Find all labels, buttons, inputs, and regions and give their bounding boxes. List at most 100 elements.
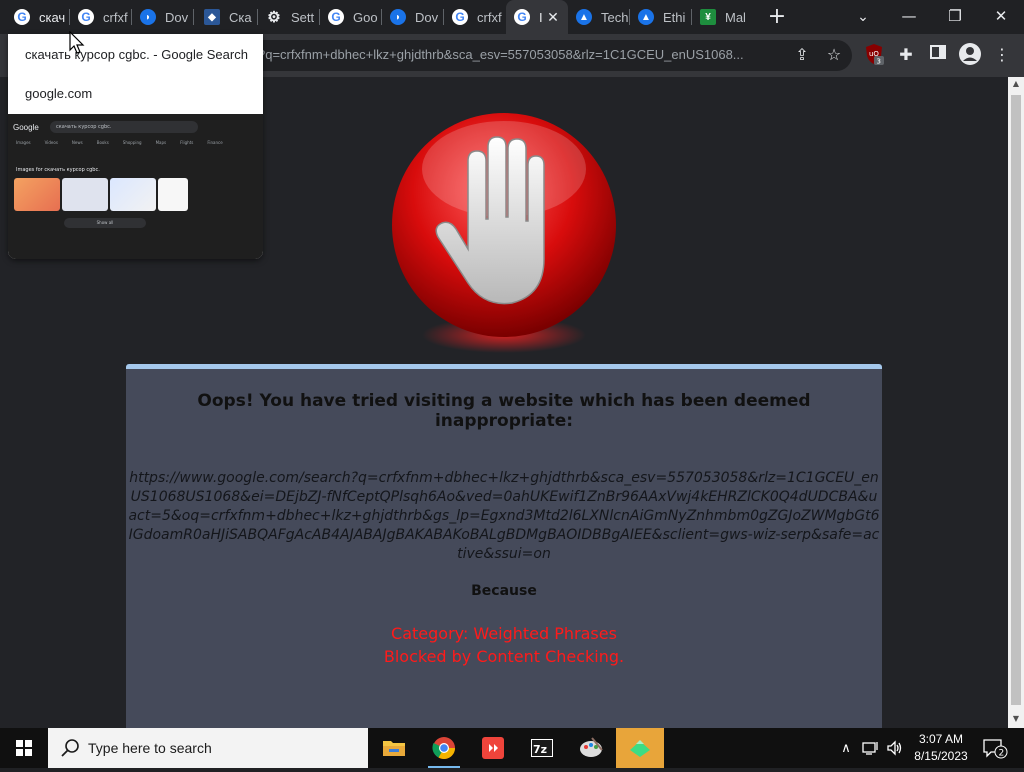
network-icon[interactable]: [860, 728, 882, 768]
block-reason-category: Category: Weighted Phrases: [391, 624, 617, 643]
gear-icon: ⚙: [267, 9, 281, 26]
codepen-icon: ◆: [204, 9, 220, 25]
tab-hover-card: скачать курсор cgbc. - Google Search goo…: [8, 34, 263, 259]
google-icon: G: [452, 9, 468, 25]
malware-site-icon: ¥: [700, 9, 716, 25]
app-icon[interactable]: [616, 728, 664, 768]
windows-taskbar: Type here to search 7z ∧ 3:07 AM 8/15/20…: [0, 728, 1024, 768]
tab-5[interactable]: ⚙ Sett: [258, 0, 320, 34]
block-reason-detail: Blocked by Content Checking.: [383, 647, 625, 666]
tab-7[interactable]: ◗ Dov: [382, 0, 444, 34]
windows-logo-icon: [16, 740, 32, 756]
preview-search-box: скачать курсор cgbc.: [50, 121, 198, 133]
start-button[interactable]: [0, 728, 48, 768]
anydesk-icon[interactable]: [469, 728, 517, 768]
tab-title: скач: [39, 9, 66, 25]
tab-strip: Gскач Gcrfxf ◗ Dov ◆ Ска ⚙ Sett G Goo ◗ Dov G…: [0, 0, 1024, 34]
block-message: Oops! You have tried visiting a website …: [197, 391, 811, 431]
preview-tab: News: [71, 140, 83, 145]
preview-image: [110, 178, 156, 211]
share-icon[interactable]: ⇪: [790, 43, 814, 67]
notification-center-icon[interactable]: 2: [980, 728, 1010, 768]
taskbar-search-box[interactable]: Type here to search: [48, 728, 368, 768]
tab-title: Mal: [725, 9, 746, 25]
7zip-icon[interactable]: 7z: [518, 728, 566, 768]
chrome-icon[interactable]: [420, 728, 468, 768]
scrollbar-thumb[interactable]: [1011, 95, 1021, 705]
preview-image: [62, 178, 108, 211]
volume-icon[interactable]: [884, 728, 906, 768]
paint-icon[interactable]: [567, 728, 615, 768]
tab-12[interactable]: ¥ Mal: [692, 0, 754, 34]
svg-text:7z: 7z: [533, 743, 547, 756]
preview-search-tabs: Images Videos News Books Shopping Maps Flights…: [16, 140, 237, 145]
tab-title: crfxf: [477, 9, 502, 25]
tab-preview-thumbnail: Google скачать курсор cgbc. Images Videos…: [8, 114, 263, 259]
mouse-cursor-icon: [69, 31, 85, 54]
bookmark-star-icon[interactable]: ☆: [822, 43, 846, 67]
download-site-icon: ◗: [390, 9, 406, 25]
clock-time: 3:07 AM: [918, 732, 964, 746]
tab-2[interactable]: Gcrfxf: [70, 0, 132, 34]
tab-1[interactable]: Gскач: [6, 0, 70, 34]
scroll-up-arrow-icon[interactable]: ▲: [1008, 79, 1024, 91]
tab-active[interactable]: GI ✕: [506, 0, 568, 34]
tab-title: crfxf: [103, 9, 128, 25]
close-tab-icon[interactable]: ✕: [544, 8, 562, 26]
google-icon: G: [78, 9, 94, 25]
preview-tab: Images: [16, 140, 31, 145]
menu-kebab-icon[interactable]: ⋮: [990, 43, 1014, 67]
side-panel-icon[interactable]: [926, 43, 950, 67]
google-icon: G: [14, 9, 30, 25]
tab-title: Goo: [353, 9, 378, 25]
tab-title: Sett: [291, 9, 315, 25]
google-icon: G: [514, 9, 530, 25]
preview-logo: Google: [13, 123, 39, 132]
notification-count: 2: [999, 749, 1005, 759]
extension-badge: 3: [877, 58, 881, 66]
tab-10[interactable]: ▲ Tech: [568, 0, 630, 34]
page-scrollbar[interactable]: ▲ ▼: [1008, 77, 1024, 728]
tab-search-chevron-icon[interactable]: ⌄: [853, 5, 873, 29]
ublock-extension-icon[interactable]: uO 3: [862, 43, 886, 67]
close-window-button[interactable]: ✕: [978, 0, 1024, 32]
taskbar-clock[interactable]: 3:07 AM 8/15/2023: [906, 731, 976, 765]
tab-3[interactable]: ◗ Dov: [132, 0, 194, 34]
minimize-button[interactable]: —: [886, 0, 932, 32]
preview-tab: Maps: [155, 140, 167, 145]
triangle-icon: ▲: [638, 9, 654, 25]
tab-4[interactable]: ◆ Ска: [196, 0, 258, 34]
restore-button[interactable]: ❐: [932, 0, 978, 32]
show-hidden-icons-chevron-icon[interactable]: ∧: [836, 728, 856, 768]
tab-title: Ска: [229, 9, 252, 25]
profile-avatar-icon[interactable]: [958, 43, 982, 67]
new-tab-button[interactable]: +: [765, 5, 789, 29]
clock-date: 8/15/2023: [914, 749, 968, 763]
tab-title: Dov: [165, 9, 189, 25]
preview-tab: Shopping: [122, 140, 142, 145]
preview-tab: Flights: [180, 140, 194, 145]
tab-8[interactable]: Gcrfxf: [444, 0, 506, 34]
stop-hand-icon: [380, 99, 628, 359]
tab-title: Ethi: [663, 9, 686, 25]
tab-6[interactable]: G Goo: [320, 0, 382, 34]
tab-title: Dov: [415, 9, 439, 25]
hover-card-title: скачать курсор cgbc. - Google Search: [25, 47, 248, 62]
preview-tab: Videos: [44, 140, 58, 145]
google-icon: G: [328, 9, 344, 25]
tab-title: Tech: [601, 9, 629, 25]
preview-images-heading: Images for скачать курсор cgbc.: [16, 167, 100, 173]
search-icon: [61, 739, 79, 757]
blocked-url: https://www.google.com/search?q=crfxfnm+…: [128, 470, 880, 562]
tab-title: I: [539, 9, 543, 25]
extensions-puzzle-icon[interactable]: ✚: [894, 43, 918, 67]
scroll-down-arrow-icon[interactable]: ▼: [1008, 714, 1024, 726]
download-site-icon: ◗: [140, 9, 156, 25]
preview-tab: Finance: [207, 140, 223, 145]
file-explorer-icon[interactable]: [370, 728, 418, 768]
address-bar-url[interactable]: ?q=crfxfnm+dbhec+lkz+ghjdthrb&sca_esv=55…: [258, 47, 783, 62]
preview-tab: Books: [96, 140, 109, 145]
tab-11[interactable]: ▲ Ethi: [630, 0, 692, 34]
because-label: Because: [471, 583, 537, 599]
hover-card-domain: google.com: [25, 86, 93, 101]
